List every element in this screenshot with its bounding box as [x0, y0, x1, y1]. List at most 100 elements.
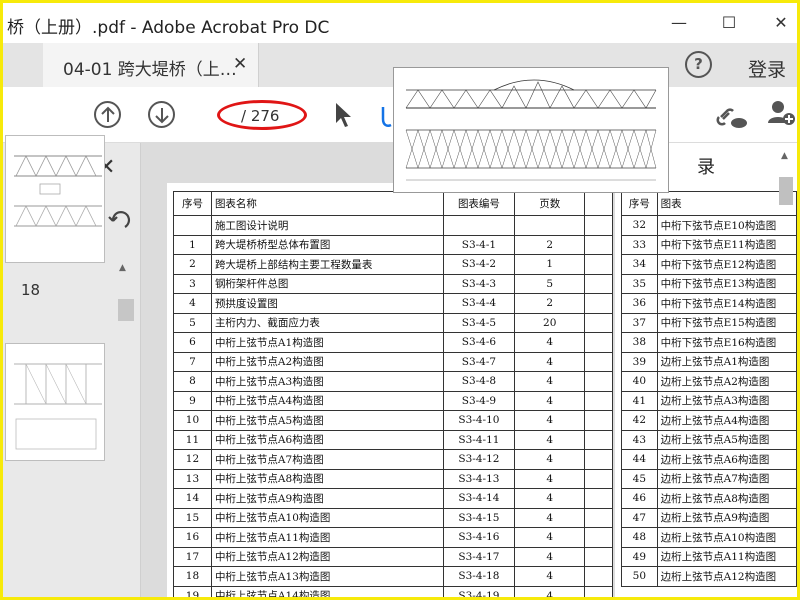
drawing-name-cell: 中桁上弦节点A1构造图	[210, 332, 444, 353]
undo-icon[interactable]	[107, 207, 131, 233]
drawing-name-cell: 中桁上弦节点A12构造图	[210, 546, 444, 567]
drawing-name-cell: 中桁上弦节点A8构造图	[210, 468, 444, 489]
help-icon[interactable]: ?	[685, 51, 712, 78]
document-scrollbar[interactable]: ▲	[775, 143, 797, 597]
page-count-cell: 4	[514, 566, 586, 587]
table-row: 17 中桁上弦节点A12构造图 S3-4-17 4	[173, 546, 613, 567]
drawing-code-cell: S3-4-2	[442, 254, 516, 275]
blank-cell	[584, 293, 613, 314]
drawing-code-cell: S3-4-4	[442, 293, 516, 314]
table-row: 4 预拱度设置图 S3-4-4 2	[173, 293, 613, 314]
drawing-name-cell: 中桁上弦节点A13构造图	[210, 566, 444, 587]
document-tab-label: 04-01 跨大堤桥（上…	[63, 60, 237, 80]
page-count-cell: 4	[514, 351, 586, 372]
close-window-button[interactable]: ✕	[761, 9, 797, 37]
arrow-up-icon	[101, 106, 115, 122]
drawing-code-cell: S3-4-10	[442, 410, 516, 431]
page-thumbnail[interactable]	[5, 135, 105, 263]
drawing-code-cell: S3-4-9	[442, 390, 516, 411]
scrollbar-thumb[interactable]	[779, 177, 793, 205]
page-count-cell: 4	[514, 468, 586, 489]
table-row: 46 边桁上弦节点A8构造图	[621, 488, 797, 509]
annotation-ellipse	[217, 100, 307, 130]
blank-cell	[584, 527, 613, 548]
title-bar: 桥（上册）.pdf - Adobe Acrobat Pro DC — ☐ ✕	[3, 3, 797, 43]
tab-close-icon[interactable]: ✕	[233, 54, 247, 74]
table-row: 34 中桁下弦节点E12构造图	[621, 254, 797, 275]
add-user-icon[interactable]	[767, 99, 797, 129]
thumbnail-page-number: 18	[21, 281, 41, 299]
drawing-name-cell: 中桁上弦节点A5构造图	[210, 410, 444, 431]
row-number-cell: 46	[621, 488, 658, 509]
row-number-cell: 43	[621, 429, 658, 450]
table-row: 50 边桁上弦节点A12构造图	[621, 566, 797, 587]
row-number-cell: 2	[173, 254, 212, 275]
minimize-button[interactable]: —	[659, 9, 699, 37]
row-number-cell: 42	[621, 410, 658, 431]
row-number-cell: 13	[173, 468, 212, 489]
row-number-cell: 14	[173, 488, 212, 509]
table-row: 18 中桁上弦节点A13构造图 S3-4-18 4	[173, 566, 613, 587]
select-cursor-icon[interactable]	[333, 101, 353, 129]
row-number-cell: 6	[173, 332, 212, 353]
scroll-up-icon[interactable]: ▲	[119, 263, 126, 273]
column-header: 页数	[514, 191, 586, 216]
drawing-code-cell: S3-4-11	[442, 429, 516, 450]
drawing-code-cell: S3-4-19	[442, 585, 516, 597]
drawing-code-cell: S3-4-12	[442, 449, 516, 470]
login-button[interactable]: 登录	[748, 55, 786, 82]
table-row: 1 跨大堤桥桥型总体布置图 S3-4-1 2	[173, 234, 613, 255]
page-count-cell: 2	[514, 234, 586, 255]
window-title: 桥（上册）.pdf - Adobe Acrobat Pro DC	[7, 18, 330, 38]
column-header: 图表名称	[210, 191, 444, 216]
drawing-code-cell: S3-4-15	[442, 507, 516, 528]
page-thumbnail[interactable]	[5, 343, 105, 461]
drawing-code-cell: S3-4-6	[442, 332, 516, 353]
document-view[interactable]: 序号 图表名称 图表编号 页数 施工图设计说明 1 跨大堤桥桥型总体布置图 S3-4-…	[141, 143, 797, 597]
page-heading: 录	[697, 157, 715, 178]
row-number-cell: 18	[173, 566, 212, 587]
share-link-icon[interactable]	[715, 101, 749, 131]
blank-cell	[584, 449, 613, 470]
table-row: 19 中桁上弦节点A14构造图 S3-4-19 4	[173, 585, 613, 597]
drawing-name-cell: 中桁上弦节点A9构造图	[210, 488, 444, 509]
drawing-name-cell: 跨大堤桥桥型总体布置图	[210, 234, 444, 255]
table-row: 16 中桁上弦节点A11构造图 S3-4-16 4	[173, 527, 613, 548]
row-number-cell: 37	[621, 312, 658, 333]
row-number-cell: 39	[621, 351, 658, 372]
table-row: 15 中桁上弦节点A10构造图 S3-4-15 4	[173, 507, 613, 528]
sidebar-scrollbar[interactable]: ▲	[115, 259, 137, 597]
table-row: 48 边桁上弦节点A10构造图	[621, 527, 797, 548]
row-number-cell: 17	[173, 546, 212, 567]
table-row: 7 中桁上弦节点A2构造图 S3-4-7 4	[173, 351, 613, 372]
table-row: 12 中桁上弦节点A7构造图 S3-4-12 4	[173, 449, 613, 470]
page-count-cell: 4	[514, 527, 586, 548]
table-header-row: 序号 图表	[621, 191, 797, 216]
table-row: 6 中桁上弦节点A1构造图 S3-4-6 4	[173, 332, 613, 353]
drawing-index-table: 序号 图表名称 图表编号 页数 施工图设计说明 1 跨大堤桥桥型总体布置图 S3-4-…	[173, 191, 613, 597]
drawing-name-cell: 主桁内力、截面应力表	[210, 312, 444, 333]
scrollbar-thumb[interactable]	[118, 299, 134, 321]
next-page-button[interactable]	[148, 101, 175, 128]
drawing-code-cell: S3-4-16	[442, 527, 516, 548]
previous-page-button[interactable]	[94, 101, 121, 128]
page-count-cell	[514, 215, 586, 236]
drawing-code-cell: S3-4-1	[442, 234, 516, 255]
row-number-cell: 1	[173, 234, 212, 255]
row-number-cell: 48	[621, 527, 658, 548]
blank-cell	[584, 410, 613, 431]
page-count-cell: 4	[514, 449, 586, 470]
page-count-cell: 4	[514, 488, 586, 509]
table-row: 44 边桁上弦节点A6构造图	[621, 449, 797, 470]
table-row: 35 中桁下弦节点E13构造图	[621, 273, 797, 294]
table-row: 8 中桁上弦节点A3构造图 S3-4-8 4	[173, 371, 613, 392]
row-number-cell: 10	[173, 410, 212, 431]
document-tab[interactable]: 04-01 跨大堤桥（上… ✕	[43, 43, 259, 87]
maximize-button[interactable]: ☐	[709, 9, 749, 37]
row-number-cell: 32	[621, 215, 658, 236]
table-row: 45 边桁上弦节点A7构造图	[621, 468, 797, 489]
scroll-up-icon[interactable]: ▲	[781, 151, 788, 161]
drawing-name-cell: 跨大堤桥上部结构主要工程数量表	[210, 254, 444, 275]
page-count-cell: 4	[514, 585, 586, 597]
page-count-cell: 5	[514, 273, 586, 294]
